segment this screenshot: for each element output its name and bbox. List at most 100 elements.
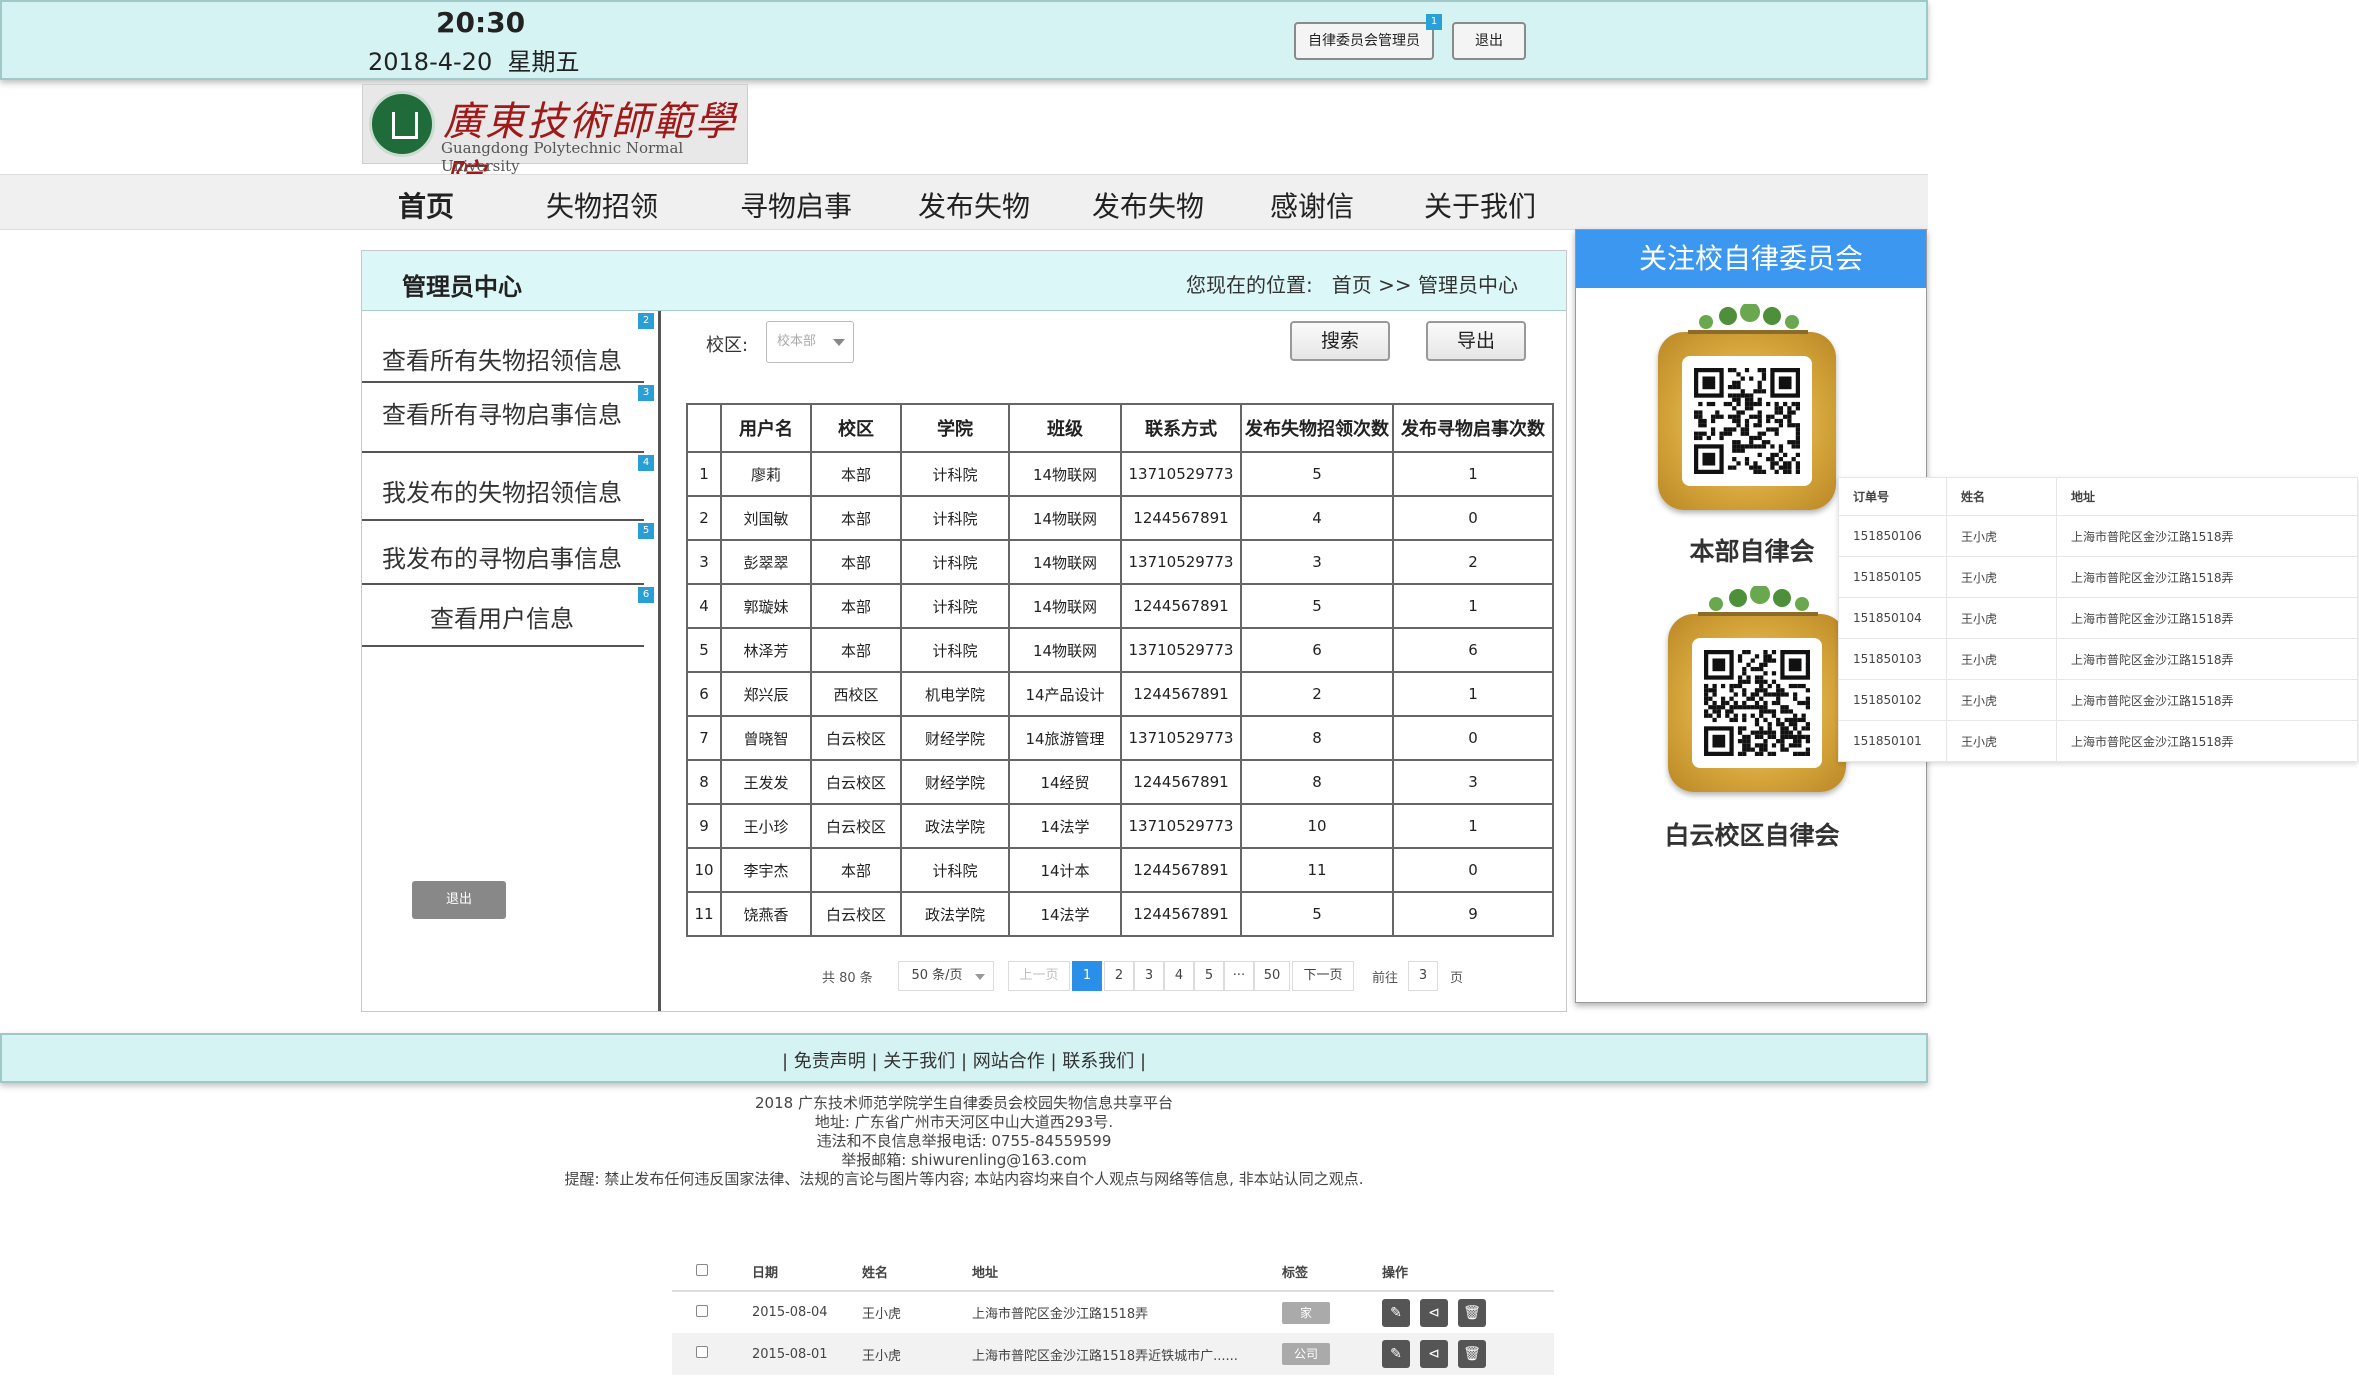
table-cell: 8 bbox=[1240, 759, 1394, 805]
pagination: 共 80 条 50 条/页 上一页 1 2 3 4 5 ··· 50 下一页 前… bbox=[822, 961, 1522, 991]
edit-icon[interactable]: ✎ bbox=[1382, 1298, 1410, 1327]
table-cell: 曾晓智 bbox=[720, 715, 812, 761]
side-logout-button[interactable]: 退出 bbox=[412, 881, 506, 919]
table-cell: 王小虎 bbox=[862, 1307, 902, 1322]
table-row: 9 王小珍 白云校区 政法学院 14法学 13710529773 10 1 bbox=[686, 803, 1554, 849]
table-cell: 0 bbox=[1392, 495, 1554, 541]
table-cell: 上海市普陀区金沙江路1518弄近铁城市广...... bbox=[972, 1333, 1282, 1375]
table-cell: 9 bbox=[1392, 891, 1554, 937]
qr-code-baiyun-campus[interactable] bbox=[1668, 586, 1846, 792]
footer-links[interactable]: | 免责声明 | 关于我们 | 网站合作 | 联系我们 | bbox=[2, 1047, 1926, 1073]
export-button[interactable]: 导出 bbox=[1426, 321, 1526, 361]
table-cell: 计科院 bbox=[900, 495, 1010, 541]
campus-select[interactable]: 校本部 bbox=[766, 321, 854, 363]
pager-page-2[interactable]: 2 bbox=[1104, 961, 1134, 991]
side-item-my-lost-found[interactable]: 我发布的失物招领信息 4 bbox=[362, 453, 654, 521]
share-icon[interactable]: ⊲ bbox=[1420, 1298, 1448, 1327]
table-cell: 10 bbox=[686, 847, 722, 893]
table-cell: 14物联网 bbox=[1008, 627, 1122, 673]
nav-seek-notice[interactable]: 寻物启事 bbox=[740, 185, 852, 225]
table-cell: ✎ ⊲ 🗑 bbox=[1382, 1333, 1554, 1375]
table-header-row: 订单号 姓名 地址 bbox=[1838, 477, 2358, 516]
side-item-my-seek-notice[interactable]: 我发布的寻物启事信息 5 bbox=[362, 521, 654, 585]
footer-bar: | 免责声明 | 关于我们 | 网站合作 | 联系我们 | bbox=[0, 1033, 1928, 1083]
table-cell: 计科院 bbox=[900, 539, 1010, 585]
nav-publish-lost-2[interactable]: 发布失物 bbox=[1092, 185, 1204, 225]
col-header-name: 姓名 bbox=[1946, 477, 2057, 516]
table-cell: 1244567891 bbox=[1120, 495, 1242, 541]
table-row: 3 彭翠翠 本部 计科院 14物联网 13710529773 3 2 bbox=[686, 539, 1554, 585]
pager-page-3[interactable]: 3 bbox=[1134, 961, 1164, 991]
table-cell: 本部 bbox=[810, 495, 902, 541]
table-row: 151850105 王小虎 上海市普陀区金沙江路1518弄 bbox=[1838, 556, 2358, 598]
col-header-index bbox=[686, 403, 722, 453]
table-cell: 2 bbox=[1240, 671, 1394, 717]
delete-icon[interactable]: 🗑 bbox=[1458, 1340, 1486, 1368]
table-cell: 家 bbox=[1282, 1291, 1382, 1333]
breadcrumb: 您现在的位置: 首页 >> 管理员中心 bbox=[1185, 273, 1518, 297]
pager-page-5[interactable]: 5 bbox=[1194, 961, 1224, 991]
table-cell: 1244567891 bbox=[1120, 847, 1242, 893]
pager-ellipsis[interactable]: ··· bbox=[1224, 961, 1254, 991]
pager-goto-label: 前往 bbox=[1372, 971, 1399, 986]
qr-label-baiyun-campus: 白云校区自律会 bbox=[1664, 821, 1840, 850]
nav-lost-found[interactable]: 失物招领 bbox=[546, 185, 658, 225]
side-item-all-seek-notice[interactable]: 查看所有寻物启事信息 3 bbox=[362, 383, 654, 453]
pager-goto-input[interactable]: 3 bbox=[1408, 961, 1438, 991]
table-cell: 王小珍 bbox=[720, 803, 812, 849]
row-checkbox[interactable] bbox=[696, 1304, 708, 1317]
logout-button[interactable]: 退出 bbox=[1452, 22, 1526, 60]
select-all-checkbox[interactable] bbox=[696, 1263, 708, 1276]
pager-page-4[interactable]: 4 bbox=[1164, 961, 1194, 991]
university-logo[interactable]: 廣東技術師範學院 Guangdong Polytechnic Normal Un… bbox=[362, 84, 748, 203]
table-cell: 1 bbox=[1392, 671, 1554, 717]
top-bar bbox=[0, 0, 1928, 80]
table-cell: 151850106 bbox=[1838, 515, 1947, 557]
share-icon[interactable]: ⊲ bbox=[1420, 1340, 1448, 1368]
nav-about-us[interactable]: 关于我们 bbox=[1424, 185, 1536, 225]
table-cell: 上海市普陀区金沙江路1518弄 bbox=[972, 1307, 1149, 1322]
table-cell: 0 bbox=[1392, 847, 1554, 893]
table-cell: 8 bbox=[1240, 715, 1394, 761]
table-row: 7 曾晓智 白云校区 财经学院 14旅游管理 13710529773 8 0 bbox=[686, 715, 1554, 761]
table-cell: 14物联网 bbox=[1008, 583, 1122, 629]
table-cell: 1 bbox=[1392, 451, 1554, 497]
chevron-down-icon bbox=[833, 339, 845, 346]
nav-thanks-letter[interactable]: 感谢信 bbox=[1270, 185, 1354, 225]
col-header-username: 用户名 bbox=[720, 403, 812, 453]
table-cell: 5 bbox=[686, 627, 722, 673]
chevron-down-icon bbox=[975, 974, 985, 980]
delete-icon[interactable]: 🗑 bbox=[1458, 1298, 1486, 1327]
side-item-user-info[interactable]: 查看用户信息 6 bbox=[362, 585, 654, 647]
side-item-all-lost-found[interactable]: 查看所有失物招领信息 2 bbox=[362, 311, 654, 383]
tag-badge: 公司 bbox=[1282, 1343, 1330, 1365]
table-cell: 6 bbox=[1392, 627, 1554, 673]
table-cell: 政法学院 bbox=[900, 803, 1010, 849]
table-cell: 本部 bbox=[810, 627, 902, 673]
table-cell: 0 bbox=[1392, 715, 1554, 761]
table-header-row: 用户名 校区 学院 班级 联系方式 发布失物招领次数 发布寻物启事次数 bbox=[686, 403, 1554, 453]
pager-prev-button[interactable]: 上一页 bbox=[1008, 961, 1070, 991]
pager-page-size-select[interactable]: 50 条/页 bbox=[898, 961, 994, 991]
table-cell: 14法学 bbox=[1008, 803, 1122, 849]
panel-header: 管理员中心 您现在的位置: 首页 >> 管理员中心 bbox=[362, 251, 1566, 311]
side-item-badge: 6 bbox=[638, 587, 654, 603]
table-cell: 本部 bbox=[810, 847, 902, 893]
table-cell: 公司 bbox=[1282, 1333, 1382, 1375]
table-cell: 王小虎 bbox=[1946, 556, 2057, 598]
table-cell: 3 bbox=[1240, 539, 1394, 585]
pager-page-1[interactable]: 1 bbox=[1072, 961, 1102, 991]
search-button[interactable]: 搜索 bbox=[1290, 321, 1390, 361]
edit-icon[interactable]: ✎ bbox=[1382, 1340, 1410, 1368]
pager-page-50[interactable]: 50 bbox=[1254, 961, 1290, 991]
nav-home[interactable]: 首页 bbox=[398, 185, 454, 225]
row-checkbox[interactable] bbox=[696, 1346, 708, 1358]
table-cell: 1244567891 bbox=[1120, 891, 1242, 937]
nav-publish-lost[interactable]: 发布失物 bbox=[918, 185, 1030, 225]
page-title: 管理员中心 bbox=[402, 273, 522, 301]
admin-button[interactable]: 自律委员会管理员 bbox=[1294, 22, 1434, 60]
qr-code-main-campus[interactable] bbox=[1658, 304, 1836, 510]
pager-next-button[interactable]: 下一页 bbox=[1292, 961, 1354, 991]
side-item-label: 我发布的寻物启事信息 bbox=[382, 545, 622, 573]
col-header-select bbox=[672, 1253, 752, 1292]
